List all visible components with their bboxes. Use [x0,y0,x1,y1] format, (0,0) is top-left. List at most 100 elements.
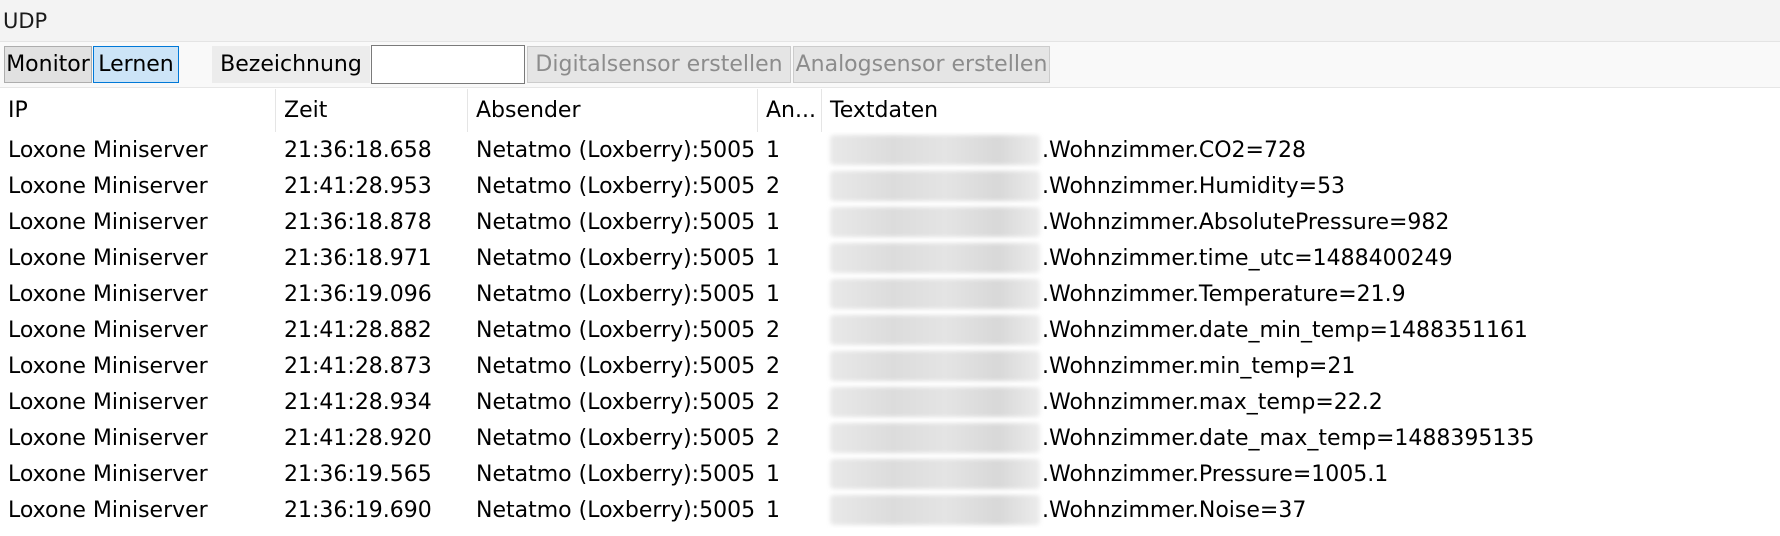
table-row[interactable]: Loxone Miniserver 21:41:28.953 Netatmo (Lo… [0,168,1780,204]
cell-zeit: 21:36:18.658 [284,137,432,163]
udp-table: IP Zeit Absender An... Textdaten Loxone … [0,89,1780,536]
redacted-prefix [830,423,1040,453]
cell-textdaten: .Wohnzimmer.date_min_temp=1488351161 [822,312,1780,348]
lernen-button[interactable]: Lernen [93,46,179,83]
cell-anzahl: 1 [766,461,780,487]
cell-ip: Loxone Miniserver [8,173,208,199]
cell-ip: Loxone Miniserver [8,137,208,163]
textdaten-value: .Wohnzimmer.date_min_temp=1488351161 [1042,317,1528,343]
textdaten-value: .Wohnzimmer.Noise=37 [1042,497,1307,523]
textdaten-value: .Wohnzimmer.Humidity=53 [1042,173,1346,199]
redacted-prefix [830,495,1040,525]
table-header: IP Zeit Absender An... Textdaten [0,89,1780,132]
textdaten-value: .Wohnzimmer.AbsolutePressure=982 [1042,209,1450,235]
table-row[interactable]: Loxone Miniserver 21:36:19.565 Netatmo (Lo… [0,456,1780,492]
cell-zeit: 21:41:28.934 [284,389,432,415]
cell-anzahl: 2 [766,173,780,199]
cell-zeit: 21:36:19.565 [284,461,432,487]
redacted-prefix [830,207,1040,237]
cell-absender: Netatmo (Loxberry):5005 ... [476,497,758,523]
textdaten-value: .Wohnzimmer.min_temp=21 [1042,353,1356,379]
redacted-prefix [830,315,1040,345]
cell-zeit: 21:41:28.920 [284,425,432,451]
cell-textdaten: .Wohnzimmer.min_temp=21 [822,348,1780,384]
cell-ip: Loxone Miniserver [8,353,208,379]
cell-ip: Loxone Miniserver [8,281,208,307]
table-row[interactable]: Loxone Miniserver 21:36:19.690 Netatmo (Lo… [0,492,1780,528]
textdaten-value: .Wohnzimmer.date_max_temp=1488395135 [1042,425,1535,451]
table-row[interactable]: Loxone Miniserver 21:36:18.658 Netatmo (Lo… [0,132,1780,168]
cell-anzahl: 1 [766,209,780,235]
title-bar: UDP [0,0,1780,42]
redacted-prefix [830,243,1040,273]
bezeichnung-input[interactable] [371,45,525,84]
monitor-button[interactable]: Monitor [4,46,92,83]
cell-textdaten: .Wohnzimmer.max_temp=22.2 [822,384,1780,420]
cell-zeit: 21:36:18.878 [284,209,432,235]
redacted-prefix [830,459,1040,489]
cell-absender: Netatmo (Loxberry):5005 ... [476,425,758,451]
cell-ip: Loxone Miniserver [8,209,208,235]
cell-ip: Loxone Miniserver [8,425,208,451]
cell-zeit: 21:41:28.953 [284,173,432,199]
cell-textdaten: .Wohnzimmer.Pressure=1005.1 [822,456,1780,492]
textdaten-value: .Wohnzimmer.Pressure=1005.1 [1042,461,1389,487]
cell-anzahl: 2 [766,317,780,343]
cell-absender: Netatmo (Loxberry):5005 ... [476,353,758,379]
textdaten-value: .Wohnzimmer.max_temp=22.2 [1042,389,1383,415]
cell-absender: Netatmo (Loxberry):5005 ... [476,173,758,199]
cell-textdaten: .Wohnzimmer.date_max_temp=1488395135 [822,420,1780,456]
cell-textdaten: .Wohnzimmer.AbsolutePressure=982 [822,204,1780,240]
cell-textdaten: .Wohnzimmer.Temperature=21.9 [822,276,1780,312]
cell-anzahl: 1 [766,281,780,307]
cell-textdaten: .Wohnzimmer.time_utc=1488400249 [822,240,1780,276]
textdaten-value: .Wohnzimmer.time_utc=1488400249 [1042,245,1453,271]
table-row[interactable]: Loxone Miniserver 21:41:28.882 Netatmo (Lo… [0,312,1780,348]
table-row[interactable]: Loxone Miniserver 21:36:18.878 Netatmo (Lo… [0,204,1780,240]
cell-anzahl: 1 [766,137,780,163]
cell-zeit: 21:41:28.882 [284,317,432,343]
digitalsensor-erstellen-button[interactable]: Digitalsensor erstellen [527,46,791,83]
toolbar: Monitor Lernen Bezeichnung Digitalsensor… [0,42,1780,88]
bezeichnung-label: Bezeichnung [212,46,370,83]
column-header-ip[interactable]: IP [0,89,276,132]
redacted-prefix [830,171,1040,201]
table-row[interactable]: Loxone Miniserver 21:36:19.096 Netatmo (Lo… [0,276,1780,312]
cell-zeit: 21:36:18.971 [284,245,432,271]
column-header-anzahl[interactable]: An... [758,89,822,132]
cell-ip: Loxone Miniserver [8,497,208,523]
cell-absender: Netatmo (Loxberry):5005 ... [476,245,758,271]
table-row[interactable]: Loxone Miniserver 21:36:18.971 Netatmo (Lo… [0,240,1780,276]
cell-ip: Loxone Miniserver [8,389,208,415]
cell-zeit: 21:36:19.690 [284,497,432,523]
column-header-absender[interactable]: Absender [468,89,758,132]
textdaten-value: .Wohnzimmer.CO2=728 [1042,137,1306,163]
cell-ip: Loxone Miniserver [8,461,208,487]
column-header-textdaten[interactable]: Textdaten [822,89,1780,132]
redacted-prefix [830,387,1040,417]
cell-anzahl: 2 [766,425,780,451]
cell-anzahl: 1 [766,497,780,523]
cell-anzahl: 2 [766,389,780,415]
cell-absender: Netatmo (Loxberry):5005 ... [476,209,758,235]
cell-absender: Netatmo (Loxberry):5005 ... [476,461,758,487]
textdaten-value: .Wohnzimmer.Temperature=21.9 [1042,281,1406,307]
cell-ip: Loxone Miniserver [8,245,208,271]
table-row[interactable]: Loxone Miniserver 21:41:28.934 Netatmo (Lo… [0,384,1780,420]
window-title: UDP [3,9,48,33]
redacted-prefix [830,351,1040,381]
cell-textdaten: .Wohnzimmer.Humidity=53 [822,168,1780,204]
column-header-zeit[interactable]: Zeit [276,89,468,132]
analogsensor-erstellen-button[interactable]: Analogsensor erstellen [793,46,1050,83]
cell-ip: Loxone Miniserver [8,317,208,343]
cell-zeit: 21:36:19.096 [284,281,432,307]
cell-textdaten: .Wohnzimmer.Noise=37 [822,492,1780,528]
cell-absender: Netatmo (Loxberry):5005 ... [476,281,758,307]
cell-anzahl: 1 [766,245,780,271]
redacted-prefix [830,279,1040,309]
table-row[interactable]: Loxone Miniserver 21:41:28.920 Netatmo (Lo… [0,420,1780,456]
table-row[interactable]: Loxone Miniserver 21:41:28.873 Netatmo (Lo… [0,348,1780,384]
cell-absender: Netatmo (Loxberry):5005 ... [476,137,758,163]
cell-anzahl: 2 [766,353,780,379]
cell-textdaten: .Wohnzimmer.CO2=728 [822,132,1780,168]
